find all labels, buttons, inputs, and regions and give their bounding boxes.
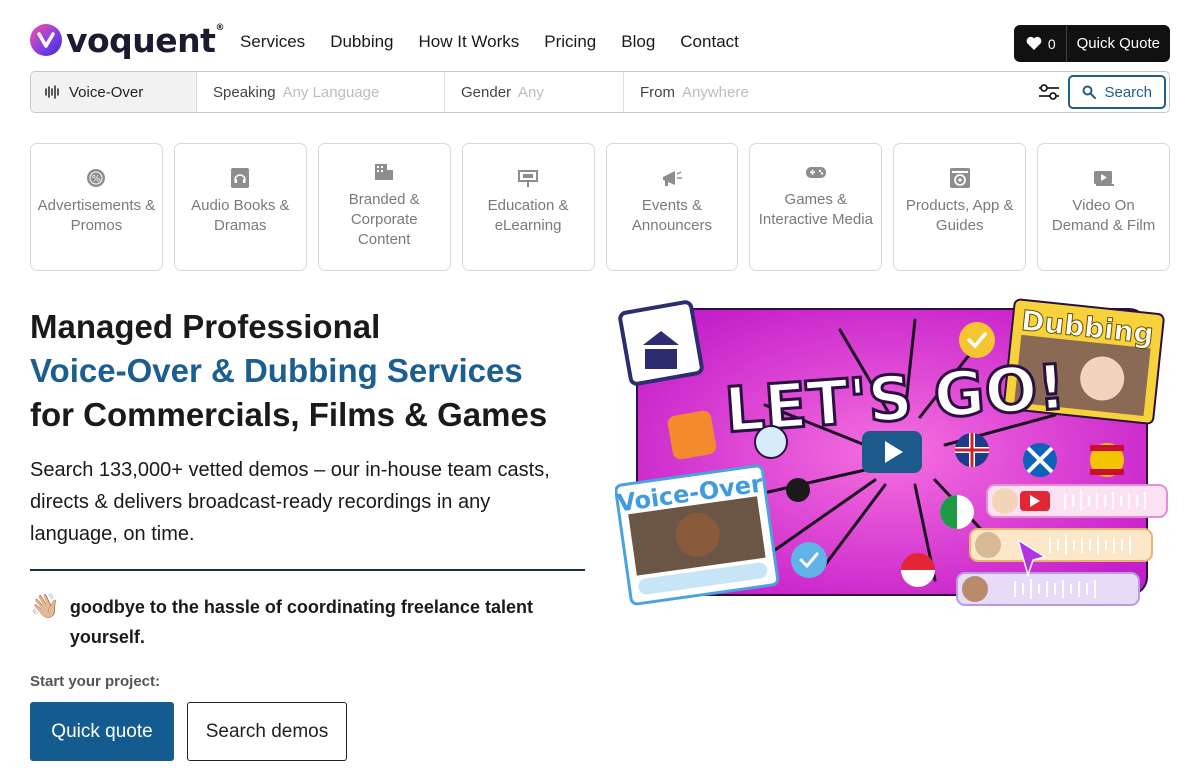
- category-label: Video On Demand & Film: [1051, 197, 1156, 234]
- search-bar: Voice-Over Speaking Any Language Gender …: [30, 71, 1170, 113]
- category-label: Products, App & Guides: [905, 197, 1014, 234]
- hero-title-line1: Managed Professional: [30, 308, 381, 345]
- goodbye-note: 👋🏼 goodbye to the hassle of coordinating…: [30, 592, 590, 652]
- nav-dubbing[interactable]: Dubbing: [330, 32, 393, 52]
- category-label: Games & Interactive Media: [758, 191, 873, 228]
- search-icon: [1082, 85, 1097, 99]
- brand-name: voquent®: [66, 20, 224, 60]
- category-video-film[interactable]: Video On Demand & Film: [1037, 143, 1170, 271]
- waveform-icon: [45, 85, 59, 99]
- chat-bubble-icon: [667, 410, 717, 460]
- header-actions: 0 Quick Quote: [1013, 25, 1170, 62]
- category-audio-books[interactable]: Audio Books & Dramas: [173, 143, 307, 271]
- category-education[interactable]: Education & eLearning: [461, 143, 595, 271]
- check-badge-icon: [959, 322, 995, 358]
- heart-icon: [1026, 36, 1042, 50]
- hero-title-line3: for Commercials, Films & Games: [30, 396, 548, 433]
- search-demos-cta[interactable]: Search demos: [187, 702, 347, 761]
- category-label: Education & eLearning: [487, 197, 569, 234]
- sliders-icon: [1039, 84, 1060, 100]
- audiobook-icon: [228, 166, 252, 190]
- hero-divider: [30, 569, 585, 571]
- gender-label: Gender: [461, 83, 512, 101]
- hero-title: Managed Professional Voice-Over & Dubbin…: [30, 305, 547, 437]
- category-label: Branded & Corporate Content: [348, 191, 420, 248]
- category-label: Advertisements & Promos: [37, 197, 156, 234]
- quick-quote-cta[interactable]: Quick quote: [30, 702, 174, 761]
- corporate-icon: [372, 160, 396, 184]
- nav-contact[interactable]: Contact: [680, 32, 739, 52]
- audio-track-list: [956, 484, 1168, 606]
- location-field[interactable]: From Anywhere: [624, 72, 1030, 112]
- hero-description: Search 133,000+ vetted demos – our in-ho…: [30, 459, 550, 545]
- waving-hand-icon: 👋🏼: [30, 593, 60, 620]
- hero-title-line2: Voice-Over & Dubbing Services: [30, 352, 523, 389]
- service-type-select[interactable]: Voice-Over: [31, 72, 197, 112]
- presentation-icon: [516, 166, 540, 190]
- category-list: % Advertisements & Promos Audio Books & …: [30, 143, 1170, 271]
- badge-percent-icon: %: [84, 166, 108, 190]
- gender-placeholder: Any: [518, 83, 544, 101]
- category-label: Audio Books & Dramas: [191, 197, 290, 234]
- product-guide-icon: [948, 166, 972, 190]
- service-type-label: Voice-Over: [69, 83, 144, 101]
- language-field[interactable]: Speaking Any Language: [197, 72, 445, 112]
- brand-logo[interactable]: voquent®: [30, 22, 224, 58]
- filters-button[interactable]: [1030, 83, 1068, 101]
- search-button[interactable]: Search: [1068, 75, 1166, 109]
- location-label: From: [640, 83, 675, 101]
- category-products[interactable]: Products, App & Guides: [893, 143, 1027, 271]
- favorites-button[interactable]: 0: [1014, 25, 1067, 62]
- language-placeholder: Any Language: [282, 83, 380, 101]
- favorites-count: 0: [1047, 35, 1056, 52]
- nav-how-it-works[interactable]: How It Works: [419, 32, 520, 52]
- quick-quote-button[interactable]: Quick Quote: [1067, 25, 1170, 62]
- site-header: voquent® Services Dubbing How It Works P…: [30, 22, 1170, 62]
- hero-illustration: Dubbing LET'S GO! Voice-Over: [615, 298, 1168, 606]
- search-button-label: Search: [1104, 83, 1152, 101]
- nav-services[interactable]: Services: [240, 32, 305, 52]
- gamepad-icon: [804, 160, 828, 184]
- video-icon: [1092, 166, 1116, 190]
- category-label: Events & Announcers: [631, 197, 712, 234]
- nav-pricing[interactable]: Pricing: [544, 32, 596, 52]
- main-nav: Services Dubbing How It Works Pricing Bl…: [240, 32, 739, 52]
- location-placeholder: Anywhere: [682, 83, 749, 101]
- category-events[interactable]: Events & Announcers: [605, 143, 739, 271]
- goodbye-text: goodbye to the hassle of coordinating fr…: [69, 597, 533, 647]
- logo-mark-icon: [30, 24, 62, 56]
- translate-icon: [786, 478, 810, 502]
- category-games[interactable]: Games & Interactive Media: [749, 143, 883, 271]
- megaphone-icon: [660, 166, 684, 190]
- verified-icon: [791, 542, 827, 578]
- nav-blog[interactable]: Blog: [621, 32, 655, 52]
- gender-field[interactable]: Gender Any: [445, 72, 624, 112]
- start-project-label: Start your project:: [30, 673, 161, 690]
- category-branded-corporate[interactable]: Branded & Corporate Content: [317, 143, 451, 271]
- category-advertisements[interactable]: % Advertisements & Promos: [30, 143, 163, 271]
- language-label: Speaking: [213, 83, 276, 101]
- svg-text:%: %: [92, 175, 101, 185]
- voiceover-card: Voice-Over: [615, 464, 780, 606]
- lightbulb-icon: [754, 425, 788, 459]
